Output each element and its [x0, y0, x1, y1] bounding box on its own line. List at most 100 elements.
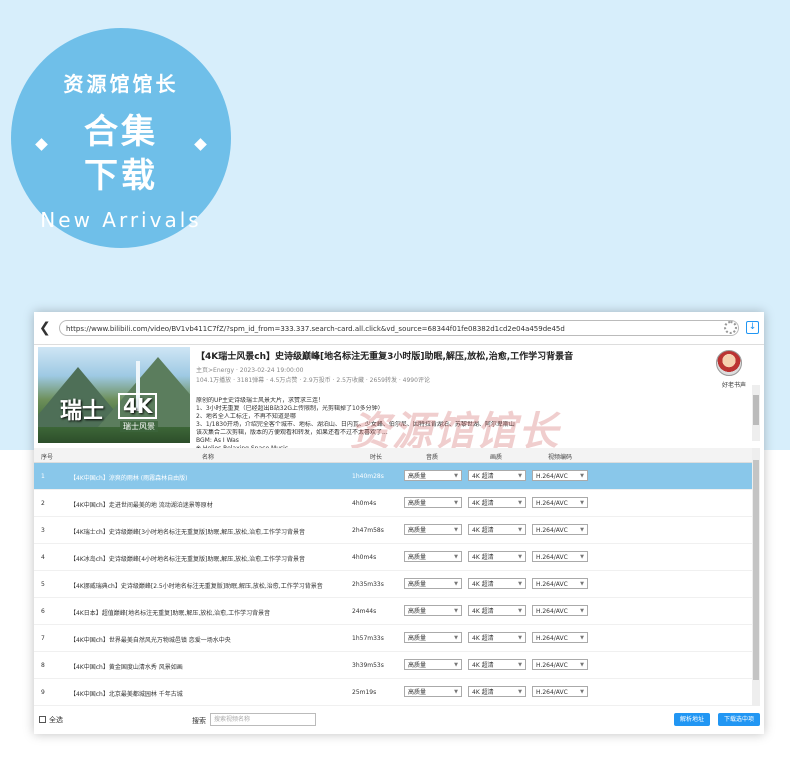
chevron-down-icon: ▼	[580, 527, 584, 533]
video-quality-select[interactable]: 4K 超清 ▼	[468, 470, 526, 481]
table-row[interactable]: 3 【4K瑞士ch】史诗级巅峰[3小时地名标注无重复版]助眠,解压,放松,治愈,工…	[34, 517, 752, 544]
chevron-down-icon: ▼	[580, 662, 584, 668]
chevron-down-icon: ▼	[580, 473, 584, 479]
audio-quality-value: 高质量	[408, 500, 427, 507]
audio-quality-value: 高质量	[408, 635, 427, 642]
chevron-down-icon: ▼	[454, 527, 458, 533]
codec-select[interactable]: H.264/AVC ▼	[532, 497, 588, 508]
parse-address-button[interactable]: 解析地址	[674, 713, 710, 726]
video-quality-select[interactable]: 4K 超清 ▼	[468, 605, 526, 616]
video-quality-select[interactable]: 4K 超清 ▼	[468, 551, 526, 562]
codec-value: H.264/AVC	[536, 527, 568, 534]
table-row[interactable]: 1 【4K中国ch】涼爽的雨林 (雨霧森林自由版) 1h40m28s 高质量 ▼ 4K 超…	[34, 463, 752, 490]
header-audio: 音质	[426, 454, 439, 461]
audio-quality-select[interactable]: 高质量 ▼	[404, 632, 462, 643]
header-codec: 视频编码	[548, 454, 573, 461]
row-duration: 1h57m33s	[352, 635, 384, 642]
loading-spinner-icon	[724, 321, 737, 334]
table-row[interactable]: 7 【4K中国ch】世界最美自然风光万物城邑镇 恋爱一场水中央 1h57m33s 高质…	[34, 625, 752, 652]
chevron-down-icon: ▼	[454, 608, 458, 614]
row-index: 7	[41, 635, 45, 642]
row-index: 2	[41, 500, 45, 507]
audio-quality-select[interactable]: 高质量 ▼	[404, 470, 462, 481]
table-row[interactable]: 5 【4K挪威瑞典ch】史诗级巅峰[2.5小时地名标注无重复版]助眠,解压,放松,…	[34, 571, 752, 598]
back-arrow-icon[interactable]: ❮	[39, 320, 53, 336]
chevron-down-icon: ▼	[518, 635, 522, 641]
table-row[interactable]: 8 【4K中国ch】黄金国度山清水秀 风景如画 3h39m53s 高质量 ▼ 4K 超清 ▼…	[34, 652, 752, 679]
audio-quality-value: 高质量	[408, 527, 427, 534]
row-name: 【4K日本】超值巅峰[地名标注无重复]助眠,解压,放松,治愈,工作学习背景音	[70, 610, 271, 617]
video-quality-value: 4K 超清	[472, 689, 494, 696]
video-quality-value: 4K 超清	[472, 527, 494, 534]
table-row[interactable]: 6 【4K日本】超值巅峰[地名标注无重复]助眠,解压,放松,治愈,工作学习背景音 2…	[34, 598, 752, 625]
header-duration: 时长	[370, 454, 383, 461]
audio-quality-select[interactable]: 高质量 ▼	[404, 686, 462, 697]
chevron-down-icon: ▼	[518, 608, 522, 614]
info-scrollbar[interactable]	[752, 385, 760, 441]
chevron-down-icon: ▼	[580, 608, 584, 614]
codec-select[interactable]: H.264/AVC ▼	[532, 551, 588, 562]
select-all-label[interactable]: 全选	[49, 715, 63, 725]
codec-value: H.264/AVC	[536, 473, 568, 480]
video-uploader-line: 主页>Energy · 2023-02-24 19:00:00	[196, 367, 304, 374]
thumbnail-4k-badge: 4K	[118, 393, 158, 419]
audio-quality-value: 高质量	[408, 608, 427, 615]
row-name: 【4K中国ch】北京最美都城园林 千年古城	[70, 691, 183, 698]
chevron-down-icon: ▼	[454, 635, 458, 641]
audio-quality-select[interactable]: 高质量 ▼	[404, 605, 462, 616]
select-all-checkbox[interactable]	[39, 716, 46, 723]
downloader-window: ❮ https://www.bilibili.com/video/BV1vb41…	[34, 312, 764, 734]
video-stats-line: 104.1万播放 · 3181弹幕 · 4.5万点赞 · 2.9万投币 · 2.…	[196, 377, 430, 384]
row-index: 5	[41, 581, 45, 588]
chevron-down-icon: ▼	[454, 581, 458, 587]
video-quality-select[interactable]: 4K 超清 ▼	[468, 524, 526, 535]
audio-quality-select[interactable]: 高质量 ▼	[404, 497, 462, 508]
chevron-down-icon: ▼	[580, 581, 584, 587]
table-row[interactable]: 4 【4K冰岛ch】史诗级巅峰[4小时地名标注无重复版]助眠,解压,放松,治愈,工…	[34, 544, 752, 571]
audio-quality-select[interactable]: 高质量 ▼	[404, 551, 462, 562]
video-thumbnail[interactable]: 瑞士 4K 瑞士风景	[38, 347, 190, 443]
author-name[interactable]: 好老书声	[714, 380, 754, 389]
audio-quality-select[interactable]: 高质量 ▼	[404, 578, 462, 589]
video-quality-select[interactable]: 4K 超清 ▼	[468, 578, 526, 589]
codec-select[interactable]: H.264/AVC ▼	[532, 470, 588, 481]
chevron-down-icon: ▼	[518, 500, 522, 506]
row-index: 8	[41, 662, 45, 669]
codec-select[interactable]: H.264/AVC ▼	[532, 659, 588, 670]
codec-select[interactable]: H.264/AVC ▼	[532, 686, 588, 697]
audio-quality-value: 高质量	[408, 554, 427, 561]
chevron-down-icon: ▼	[518, 527, 522, 533]
row-index: 9	[41, 689, 45, 696]
video-quality-value: 4K 超清	[472, 608, 494, 615]
author-avatar[interactable]	[716, 350, 742, 376]
video-quality-select[interactable]: 4K 超清 ▼	[468, 632, 526, 643]
download-selected-button[interactable]: 下载选中项	[718, 713, 760, 726]
video-quality-value: 4K 超清	[472, 581, 494, 588]
chevron-down-icon: ▼	[518, 581, 522, 587]
video-quality-select[interactable]: 4K 超清 ▼	[468, 659, 526, 670]
chevron-down-icon: ▼	[580, 635, 584, 641]
row-duration: 3h39m53s	[352, 662, 384, 669]
table-row[interactable]: 9 【4K中国ch】北京最美都城园林 千年古城 25m19s 高质量 ▼ 4K 超清 ▼ H.…	[34, 679, 752, 706]
audio-quality-select[interactable]: 高质量 ▼	[404, 659, 462, 670]
codec-select[interactable]: H.264/AVC ▼	[532, 605, 588, 616]
table-row[interactable]: 2 【4K中国ch】走进世间最美的地 流动湖泊迷景等原材 4h0m4s 高质量 ▼ 4K …	[34, 490, 752, 517]
badge-ring-bottom-text: New Arrivals	[40, 208, 202, 232]
chevron-down-icon: ▼	[454, 662, 458, 668]
search-input[interactable]: 搜索视频名称	[210, 713, 316, 726]
codec-select[interactable]: H.264/AVC ▼	[532, 632, 588, 643]
download-icon[interactable]: ↓	[746, 321, 759, 334]
video-quality-value: 4K 超清	[472, 554, 494, 561]
video-quality-select[interactable]: 4K 超清 ▼	[468, 686, 526, 697]
codec-select[interactable]: H.264/AVC ▼	[532, 578, 588, 589]
video-quality-select[interactable]: 4K 超清 ▼	[468, 497, 526, 508]
header-video: 画质	[490, 454, 503, 461]
audio-quality-select[interactable]: 高质量 ▼	[404, 524, 462, 535]
codec-select[interactable]: H.264/AVC ▼	[532, 524, 588, 535]
row-name: 【4K中国ch】世界最美自然风光万物城邑镇 恋爱一场水中央	[70, 637, 231, 644]
audio-quality-value: 高质量	[408, 689, 427, 696]
search-label: 搜索	[192, 717, 206, 725]
header-index: 序号	[41, 454, 54, 461]
url-input[interactable]: https://www.bilibili.com/video/BV1vb411C…	[59, 320, 739, 336]
table-scrollbar[interactable]	[752, 448, 760, 706]
